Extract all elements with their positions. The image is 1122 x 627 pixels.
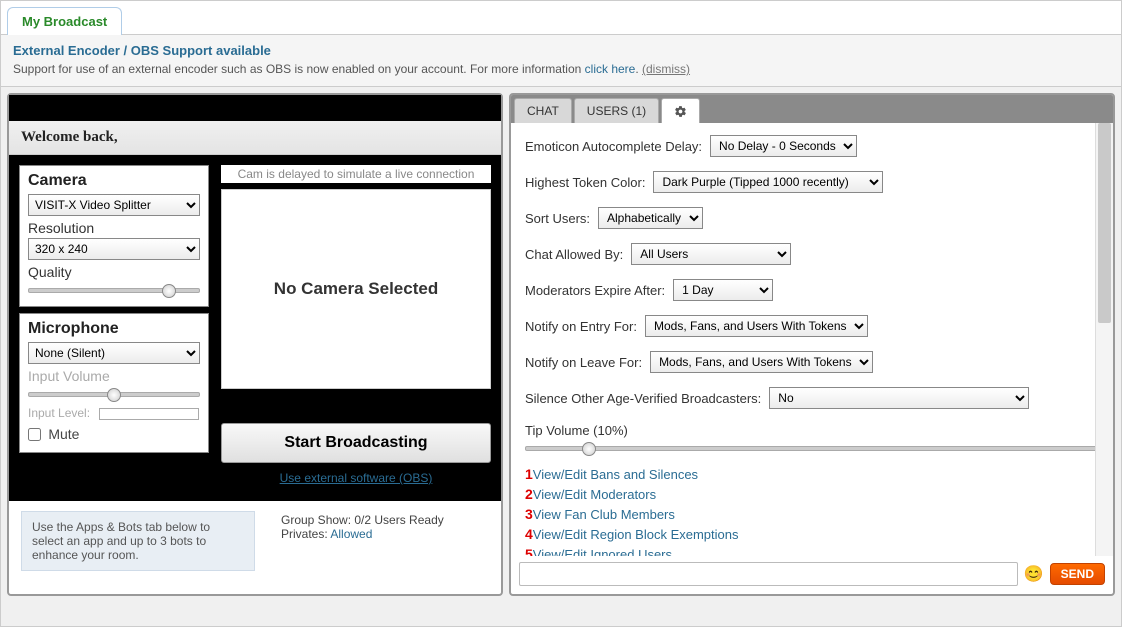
tip-volume-slider[interactable] bbox=[525, 446, 1099, 451]
input-volume-label: Input Volume bbox=[28, 368, 200, 384]
emoticon-label: Emoticon Autocomplete Delay: bbox=[525, 139, 702, 154]
my-broadcast-tab[interactable]: My Broadcast bbox=[7, 7, 122, 35]
notify-entry-label: Notify on Entry For: bbox=[525, 319, 637, 334]
mute-label: Mute bbox=[48, 426, 79, 442]
input-volume-slider[interactable] bbox=[28, 392, 200, 397]
camera-device-select[interactable]: VISIT-X Video Splitter bbox=[28, 194, 200, 216]
group-show-status: Group Show: 0/2 Users Ready bbox=[281, 513, 444, 527]
resolution-select[interactable]: 320 x 240 bbox=[28, 238, 200, 260]
tab-settings[interactable] bbox=[661, 98, 700, 123]
banner-text-pre: Support for use of an external encoder s… bbox=[13, 62, 585, 76]
mic-heading: Microphone bbox=[28, 320, 200, 338]
chat-input[interactable] bbox=[519, 562, 1018, 586]
resolution-label: Resolution bbox=[28, 220, 200, 236]
welcome-bar: Welcome back, bbox=[9, 121, 501, 155]
quality-label: Quality bbox=[28, 264, 200, 280]
notify-leave-select[interactable]: Mods, Fans, and Users With Tokens bbox=[650, 351, 873, 373]
silence-select[interactable]: No bbox=[769, 387, 1029, 409]
preview-box: No Camera Selected bbox=[221, 189, 491, 389]
token-color-select[interactable]: Dark Purple (Tipped 1000 recently) bbox=[653, 171, 883, 193]
list-item: 5View/Edit Ignored Users bbox=[525, 546, 1099, 556]
privates-link[interactable]: Allowed bbox=[330, 527, 372, 541]
ignored-link[interactable]: View/Edit Ignored Users bbox=[533, 547, 672, 556]
list-item: 4View/Edit Region Block Exemptions bbox=[525, 526, 1099, 542]
bans-link[interactable]: View/Edit Bans and Silences bbox=[533, 467, 698, 482]
mic-device-select[interactable]: None (Silent) bbox=[28, 342, 200, 364]
notify-leave-label: Notify on Leave For: bbox=[525, 355, 642, 370]
tab-chat[interactable]: CHAT bbox=[514, 98, 572, 123]
banner-title: External Encoder / OBS Support available bbox=[13, 43, 1109, 58]
input-level-label: Input Level: bbox=[28, 406, 90, 420]
privates-label: Privates: bbox=[281, 527, 330, 541]
quality-slider[interactable] bbox=[28, 288, 200, 293]
send-button[interactable]: SEND bbox=[1050, 563, 1105, 585]
camera-heading: Camera bbox=[28, 172, 200, 190]
input-level-meter bbox=[99, 408, 199, 420]
scroll-thumb[interactable] bbox=[1098, 123, 1111, 323]
chat-allowed-label: Chat Allowed By: bbox=[525, 247, 623, 262]
preview-note: Cam is delayed to simulate a live connec… bbox=[221, 165, 491, 183]
silence-label: Silence Other Age-Verified Broadcasters: bbox=[525, 391, 761, 406]
banner-dismiss[interactable]: (dismiss) bbox=[642, 62, 690, 76]
obs-link[interactable]: Use external software (OBS) bbox=[221, 471, 491, 485]
token-color-label: Highest Token Color: bbox=[525, 175, 645, 190]
list-item: 1View/Edit Bans and Silences bbox=[525, 466, 1099, 482]
microphone-panel: Microphone None (Silent) Input Volume In… bbox=[19, 313, 209, 453]
banner-text: Support for use of an external encoder s… bbox=[13, 62, 1109, 76]
list-item: 2View/Edit Moderators bbox=[525, 486, 1099, 502]
region-block-link[interactable]: View/Edit Region Block Exemptions bbox=[533, 527, 739, 542]
fanclub-link[interactable]: View Fan Club Members bbox=[533, 507, 675, 522]
start-broadcasting-button[interactable]: Start Broadcasting bbox=[221, 423, 491, 463]
emoji-icon[interactable]: 😊 bbox=[1024, 564, 1044, 584]
action-list: 1View/Edit Bans and Silences 2View/Edit … bbox=[525, 466, 1099, 556]
gear-icon bbox=[674, 105, 687, 118]
scrollbar[interactable] bbox=[1095, 123, 1113, 556]
apps-tip-box: Use the Apps & Bots tab below to select … bbox=[21, 511, 255, 571]
sort-label: Sort Users: bbox=[525, 211, 590, 226]
mute-checkbox[interactable] bbox=[28, 428, 41, 441]
moderators-link[interactable]: View/Edit Moderators bbox=[533, 487, 656, 502]
notify-entry-select[interactable]: Mods, Fans, and Users With Tokens bbox=[645, 315, 868, 337]
mods-expire-select[interactable]: 1 Day bbox=[673, 279, 773, 301]
emoticon-select[interactable]: No Delay - 0 Seconds bbox=[710, 135, 857, 157]
mods-expire-label: Moderators Expire After: bbox=[525, 283, 665, 298]
tip-volume-label: Tip Volume (10%) bbox=[525, 423, 1099, 438]
banner-link[interactable]: click here bbox=[585, 62, 636, 76]
chat-allowed-select[interactable]: All Users bbox=[631, 243, 791, 265]
tab-users[interactable]: USERS (1) bbox=[574, 98, 659, 123]
camera-panel: Camera VISIT-X Video Splitter Resolution… bbox=[19, 165, 209, 307]
list-item: 3View Fan Club Members bbox=[525, 506, 1099, 522]
sort-select[interactable]: Alphabetically bbox=[598, 207, 703, 229]
